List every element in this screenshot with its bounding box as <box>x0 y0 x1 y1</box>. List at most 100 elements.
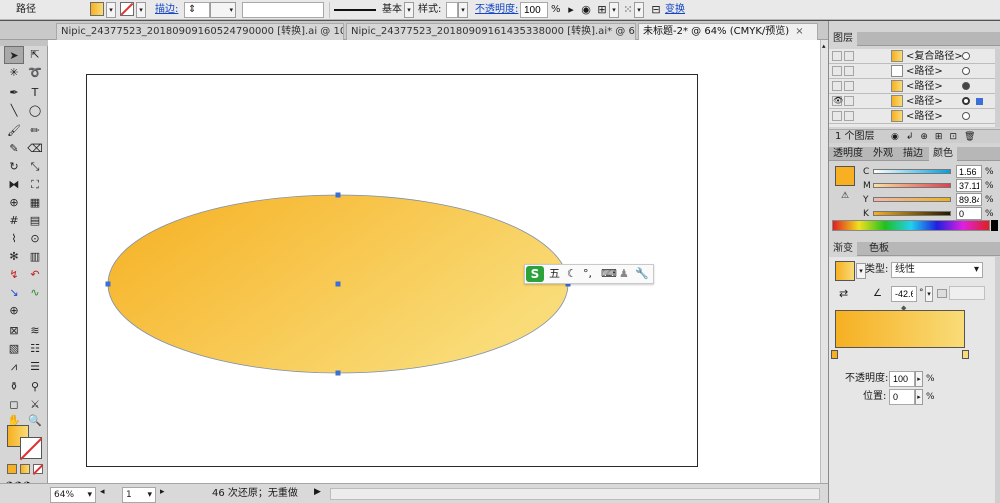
artboard-tool-icon[interactable]: ⊕ <box>4 302 24 320</box>
tab-appearance[interactable]: 外观 <box>869 147 897 161</box>
aspect-ratio-field[interactable] <box>949 286 985 300</box>
horizontal-scrollbar[interactable] <box>330 488 820 500</box>
opacity-input[interactable] <box>520 2 548 18</box>
transform-link[interactable]: 变换 <box>665 2 685 18</box>
target-circle-icon[interactable] <box>962 97 970 105</box>
visibility-toggle[interactable] <box>832 111 842 121</box>
tab-gradient[interactable]: 渐变 <box>829 242 857 256</box>
tab-transparency[interactable]: 透明度 <box>829 147 867 161</box>
rotate-tool-icon[interactable]: ↻ <box>4 158 24 176</box>
opacity-arrow-icon[interactable]: ▸ <box>563 2 579 18</box>
wrench-icon[interactable]: 🔧 <box>635 266 649 282</box>
layer-row[interactable]: <路径> <box>829 64 995 79</box>
tab-document-2[interactable]: Nipic_24377523_20180909161435338000 [转换]… <box>346 23 636 40</box>
lock-toggle[interactable] <box>844 51 854 61</box>
next-artboard-icon[interactable]: ▸ <box>160 487 165 497</box>
free-transform-tool-icon[interactable]: ⛶ <box>25 176 45 194</box>
keyboard-icon[interactable]: ⌨ <box>601 266 617 282</box>
artboard-number-select[interactable]: 1 ▾ <box>122 487 156 503</box>
layer-row-selected[interactable]: 👁 <路径> <box>829 94 995 109</box>
color-spectrum[interactable] <box>832 220 990 231</box>
selection-tool-icon[interactable]: ➤ <box>4 46 24 64</box>
style-dropdown[interactable]: ▾ <box>458 2 468 18</box>
none-mode-icon[interactable] <box>32 464 43 475</box>
pencil-tool-icon[interactable]: ✏ <box>25 122 45 140</box>
target-circle-icon[interactable] <box>962 82 970 90</box>
layers-panel-title[interactable]: 图层 <box>829 32 857 46</box>
graphic-style-swatch[interactable] <box>446 2 458 18</box>
stop-location-dropdown[interactable]: ▸ <box>915 389 923 405</box>
line-graph-tool-icon[interactable]: ⩘ <box>4 358 24 376</box>
pen-tool-icon[interactable]: ✒ <box>4 84 24 102</box>
close-icon[interactable]: × <box>795 26 803 37</box>
punctuation-icon[interactable]: °, <box>583 266 592 282</box>
zoom-select[interactable]: 64% ▾ <box>50 487 96 503</box>
ime-logo-icon[interactable]: S <box>526 266 544 282</box>
color-mode-icon[interactable] <box>7 464 17 474</box>
lock-toggle[interactable] <box>844 96 854 106</box>
paintbrush-tool-icon[interactable]: 🖌 <box>4 122 24 140</box>
aspect-ratio-icon[interactable] <box>937 289 947 298</box>
selection-indicator[interactable] <box>976 98 983 105</box>
custom-tool-4-icon[interactable]: ∿ <box>25 284 45 302</box>
reverse-gradient-icon[interactable]: ⇄ <box>839 287 848 300</box>
recolor-icon[interactable]: ◉ <box>578 2 594 18</box>
black-input[interactable] <box>956 207 982 220</box>
layer-name[interactable]: <复合路径> <box>906 49 963 64</box>
symbol-sprayer-tool-icon[interactable]: ✻ <box>4 248 24 266</box>
layer-name[interactable]: <路径> <box>906 64 943 79</box>
bar-graph-tool-icon[interactable]: ☰ <box>25 358 45 376</box>
align-dropdown[interactable]: ▾ <box>609 2 619 18</box>
direct-selection-tool-icon[interactable]: ⇱ <box>25 46 45 64</box>
layer-name[interactable]: <路径> <box>906 94 943 109</box>
custom-tool-2-icon[interactable]: ↶ <box>25 266 45 284</box>
magenta-input[interactable] <box>956 179 982 192</box>
black-spectrum-swatch[interactable] <box>991 220 998 231</box>
stroke-swatch[interactable] <box>120 2 134 16</box>
stroke-dropdown-arrow[interactable]: ▾ <box>136 2 146 18</box>
tab-document-1[interactable]: Nipic_24377523_20180909160524790000 [转换]… <box>56 23 344 40</box>
ellipse-tool-icon[interactable]: ◯ <box>25 102 45 120</box>
layer-name[interactable]: <路径> <box>906 79 943 94</box>
stroke-link[interactable]: 描边: <box>155 2 178 18</box>
blob-brush-tool-icon[interactable]: ✎ <box>4 140 24 158</box>
center-point[interactable] <box>335 281 341 287</box>
graph-data-tool-icon[interactable]: ▧ <box>4 340 24 358</box>
stroke-profile-dropdown[interactable]: ▾ <box>404 2 414 18</box>
prev-artboard-icon[interactable]: ◂ <box>100 487 105 497</box>
reference-point-dropdown[interactable]: ▾ <box>634 2 644 18</box>
target-circle-icon[interactable] <box>962 112 970 120</box>
ime-toolbar[interactable]: S 五 ☾ °, ⌨ ♟ 🔧 <box>524 264 654 284</box>
cyan-slider[interactable] <box>873 169 951 174</box>
eyedropper-tool-icon[interactable]: ⌇ <box>4 230 24 248</box>
visibility-toggle[interactable] <box>832 51 842 61</box>
layer-actions-icons[interactable]: ◉↲⊕⊞⊡🗑 <box>891 130 982 144</box>
moon-icon[interactable]: ☾ <box>567 266 577 282</box>
yellow-slider[interactable] <box>873 197 951 202</box>
user-icon[interactable]: ♟ <box>619 266 629 282</box>
stop-location-input[interactable] <box>889 389 915 405</box>
eraser-tool-icon[interactable]: ⌫ <box>25 140 45 158</box>
status-menu-arrow-icon[interactable]: ▶ <box>314 487 321 497</box>
gradient-panel-scrollbar[interactable] <box>995 257 1000 503</box>
lasso-tool-icon[interactable]: ➰ <box>25 64 45 82</box>
stroke-color-box[interactable] <box>20 437 42 459</box>
layer-name[interactable]: <路径> <box>906 109 943 124</box>
blend-tool-icon[interactable]: ⊙ <box>25 230 45 248</box>
magenta-slider[interactable] <box>873 183 951 188</box>
angle-input[interactable] <box>891 286 917 302</box>
stop-opacity-dropdown[interactable]: ▸ <box>915 371 923 387</box>
eye-icon[interactable]: 👁 <box>832 96 843 106</box>
black-slider[interactable] <box>873 211 951 216</box>
type-tool-icon[interactable]: T <box>25 84 45 102</box>
scale-tool-icon[interactable]: ⤡ <box>25 158 45 176</box>
opacity-link[interactable]: 不透明度: <box>475 2 518 18</box>
layer-row[interactable]: <路径> <box>829 79 995 94</box>
layer-row[interactable]: <路径> <box>829 109 995 124</box>
custom-tool-1-icon[interactable]: ↯ <box>4 266 24 284</box>
slice-tool-icon[interactable]: ⊠ <box>4 322 24 340</box>
width-tool-icon[interactable]: ⧓ <box>4 176 24 194</box>
visibility-toggle[interactable] <box>832 66 842 76</box>
target-circle-icon[interactable] <box>962 52 970 60</box>
fill-swatch[interactable] <box>90 2 104 16</box>
